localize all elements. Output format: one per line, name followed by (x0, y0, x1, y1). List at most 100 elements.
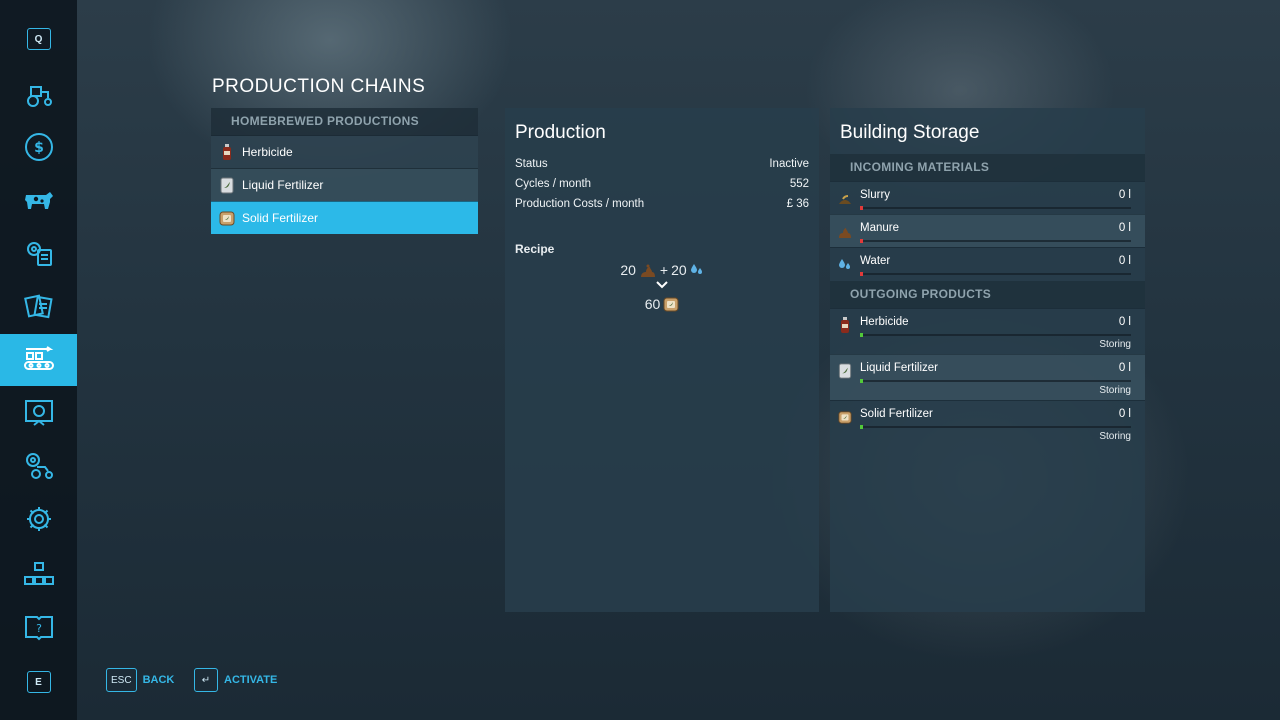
list-item-liquid-fertilizer[interactable]: Liquid Fertilizer (211, 168, 478, 201)
manure-icon (839, 228, 851, 238)
outgoing-products-header: OUTGOING PRODUCTS (830, 281, 1145, 308)
empty-indicator (860, 206, 863, 210)
recipe-label: Recipe (515, 242, 555, 256)
sidebar-item-animals[interactable] (0, 174, 77, 226)
stat-row-cycles: Cycles / month 552 (505, 174, 819, 194)
cow-icon (24, 192, 53, 209)
storage-row-liquid-fertilizer[interactable]: Liquid Fertilizer 0 l Storing (830, 354, 1145, 400)
stat-value: Inactive (769, 158, 809, 170)
sidebar-item-finances[interactable]: $ (0, 121, 77, 173)
slurry-icon (839, 195, 851, 204)
stat-label: Status (515, 158, 548, 170)
incoming-materials-header: INCOMING MATERIALS (830, 154, 1145, 181)
sidebar-item-workshop[interactable] (0, 440, 77, 492)
recipe-output-amount: 60 (644, 296, 661, 312)
storage-item-name: Manure (860, 222, 899, 234)
list-item-label: Liquid Fertilizer (242, 178, 324, 192)
production-chain-icon (23, 346, 54, 370)
sidebar-item-statistics[interactable] (0, 387, 77, 439)
recipe-input-amount: 20 (620, 262, 636, 278)
fill-bar (860, 333, 1131, 337)
recipe-input-amount: 20 (671, 262, 687, 278)
activate-label: ACTIVATE (224, 674, 278, 686)
storage-row-water: Water 0 l (830, 247, 1145, 280)
gear-document-icon (26, 242, 52, 266)
storage-item-name: Herbicide (860, 316, 909, 328)
enter-keycap: ↵ (194, 668, 218, 692)
water-drops-icon (839, 259, 850, 269)
sidebar-item-production-chains[interactable] (0, 334, 77, 386)
recipe-output: 60 (505, 296, 819, 312)
stat-label: Production Costs / month (515, 198, 645, 210)
building-storage-panel: Building Storage INCOMING MATERIALS Slur… (830, 108, 1145, 612)
fill-bar (860, 206, 1131, 210)
tractor-icon (26, 86, 52, 107)
storing-indicator (860, 379, 863, 383)
storage-mode: Storing (1099, 339, 1131, 350)
stat-label: Cycles / month (515, 178, 592, 190)
statistics-board-icon (24, 400, 53, 426)
back-label: BACK (142, 674, 175, 686)
recipe-plus: + (659, 262, 669, 278)
stat-value: 552 (789, 178, 809, 190)
sidebar-item-hierarchy[interactable] (0, 547, 77, 599)
settings-gear-icon (26, 507, 51, 531)
activate-button[interactable]: ↵ ACTIVATE (194, 668, 277, 692)
vehicle-gear-icon (25, 453, 53, 479)
storage-item-name: Water (860, 255, 891, 267)
sidebar-item-help[interactable]: ? (0, 600, 77, 652)
storage-row-solid-fertilizer[interactable]: Solid Fertilizer 0 l Storing (830, 400, 1145, 446)
storing-indicator (860, 425, 863, 429)
fill-bar (860, 379, 1131, 383)
sidebar-item-vehicles[interactable] (0, 69, 77, 121)
storage-item-name: Liquid Fertilizer (860, 362, 938, 374)
recipe-inputs: 20 + 20 (505, 262, 819, 278)
list-item-label: Solid Fertilizer (242, 211, 319, 225)
productions-list: HOMEBREWED PRODUCTIONS Herbicide Liquid … (211, 108, 478, 234)
stat-row-costs: Production Costs / month £ 36 (505, 194, 819, 214)
sidebar-item-productions-info[interactable] (0, 227, 77, 279)
storage-item-value: 0 l (1118, 362, 1131, 374)
storage-row-manure: Manure 0 l (830, 214, 1145, 247)
list-item-herbicide[interactable]: Herbicide (211, 135, 478, 168)
sidebar-item-settings[interactable] (0, 493, 77, 545)
fill-bar (860, 239, 1131, 243)
productions-list-header: HOMEBREWED PRODUCTIONS (211, 108, 478, 135)
storage-mode: Storing (1099, 385, 1131, 396)
storage-item-value: 0 l (1118, 316, 1131, 328)
storage-item-value: 0 l (1118, 189, 1131, 201)
page-title: PRODUCTION CHAINS (212, 76, 426, 97)
back-button[interactable]: ESC BACK (106, 668, 174, 692)
storage-row-slurry: Slurry 0 l (830, 181, 1145, 214)
empty-indicator (860, 272, 863, 276)
storage-item-name: Solid Fertilizer (860, 408, 933, 420)
solid-fertilizer-icon (219, 209, 235, 227)
svg-text:$: $ (34, 140, 44, 156)
storing-indicator (860, 333, 863, 337)
fill-bar (860, 272, 1131, 276)
stat-value: £ 36 (786, 198, 809, 210)
list-item-solid-fertilizer[interactable]: Solid Fertilizer (211, 201, 478, 234)
storage-row-herbicide[interactable]: Herbicide 0 l Storing (830, 308, 1145, 354)
contracts-icon (23, 294, 53, 319)
solid-fertilizer-icon (838, 411, 852, 424)
herbicide-bottle-icon (219, 143, 235, 161)
storage-title: Building Storage (840, 122, 980, 143)
water-drops-icon (690, 264, 702, 274)
storage-item-name: Slurry (860, 189, 891, 201)
prev-page-key[interactable]: Q (0, 13, 77, 65)
next-page-key[interactable]: E (0, 656, 77, 708)
herbicide-bottle-icon (841, 317, 849, 333)
liquid-fertilizer-icon (219, 176, 235, 194)
q-keycap: Q (26, 28, 51, 50)
solid-fertilizer-icon (663, 297, 679, 312)
stat-row-status: Status Inactive (505, 154, 819, 174)
dollar-icon: $ (24, 133, 53, 161)
fill-bar (860, 425, 1131, 429)
sidebar: Q $ ? E (0, 0, 77, 720)
production-panel: Production Status Inactive Cycles / mont… (505, 108, 819, 612)
empty-indicator (860, 239, 863, 243)
esc-keycap: ESC (106, 668, 137, 692)
liquid-fertilizer-icon (838, 363, 852, 379)
sidebar-item-contracts[interactable] (0, 280, 77, 332)
